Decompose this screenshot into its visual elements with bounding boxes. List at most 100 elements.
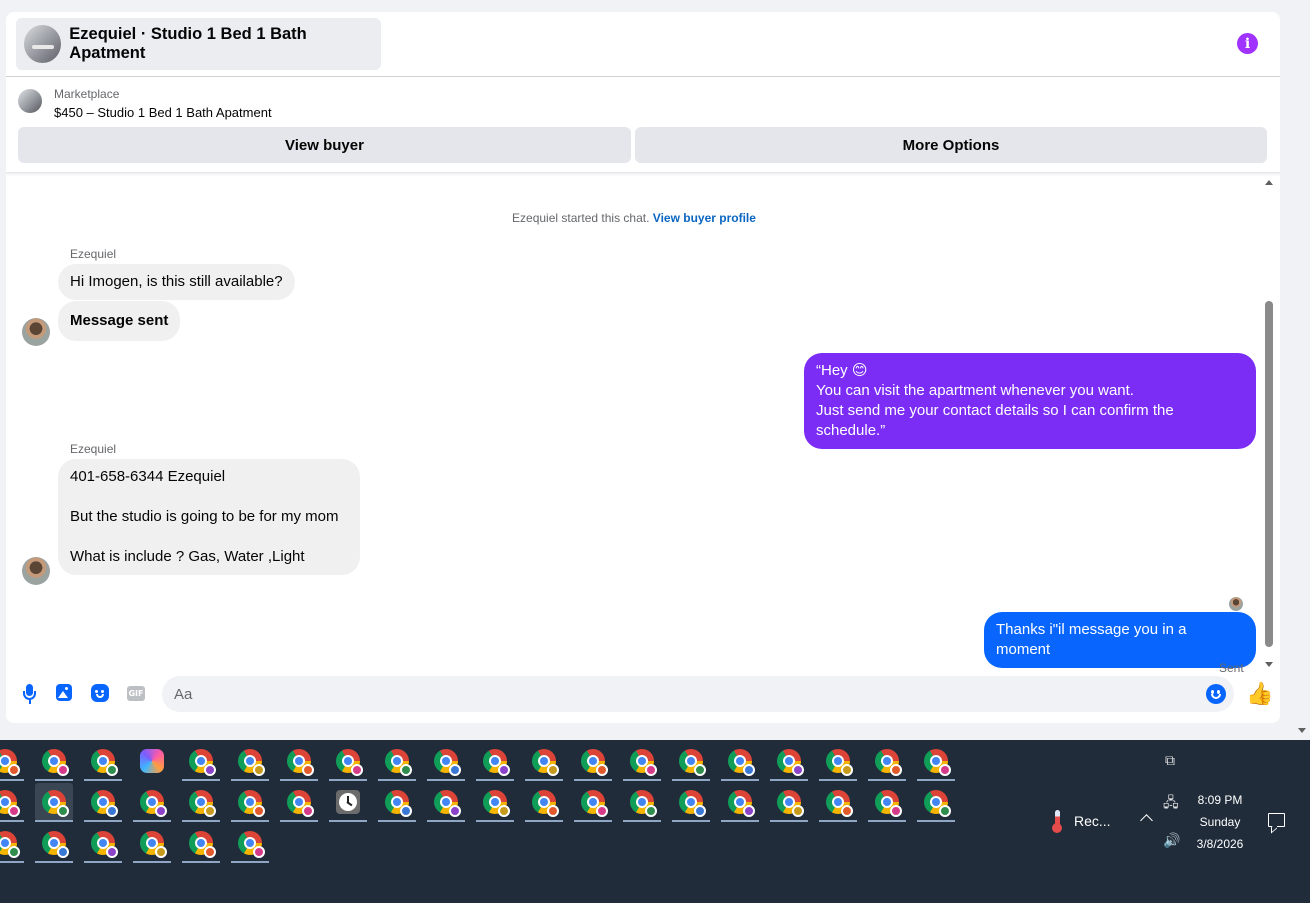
- taskbar-app-chrome[interactable]: [231, 742, 269, 781]
- running-indicator: [721, 779, 759, 781]
- view-buyer-profile-link[interactable]: View buyer profile: [653, 211, 756, 225]
- taskbar-app-chrome[interactable]: [427, 783, 465, 822]
- view-buyer-button[interactable]: View buyer: [18, 127, 631, 163]
- taskbar-app-chrome[interactable]: [378, 742, 416, 781]
- taskbar-app-chrome[interactable]: [0, 742, 24, 781]
- clock-day[interactable]: Sunday: [1190, 815, 1250, 829]
- taskbar-app-chrome[interactable]: [84, 742, 122, 781]
- taskbar-app-chrome[interactable]: [280, 783, 318, 822]
- taskbar-app-chrome[interactable]: [378, 783, 416, 822]
- show-hidden-icons-icon[interactable]: [1140, 814, 1153, 827]
- gif-icon[interactable]: GIF: [127, 686, 145, 701]
- taskbar-app-chrome[interactable]: [427, 742, 465, 781]
- taskbar-app-chrome[interactable]: [525, 783, 563, 822]
- outgoing-message[interactable]: Thanks i"il message you in a moment: [984, 612, 1256, 668]
- taskbar-app-chrome[interactable]: [770, 783, 808, 822]
- taskbar-app-chrome[interactable]: [84, 783, 122, 822]
- clock-time[interactable]: 8:09 PM: [1190, 793, 1250, 807]
- running-indicator: [623, 820, 661, 822]
- chrome-icon: [42, 749, 69, 776]
- taskbar-app-chrome[interactable]: [133, 783, 171, 822]
- clock-date[interactable]: 3/8/2026: [1190, 837, 1250, 851]
- page-scroll-down-icon[interactable]: [1298, 728, 1306, 733]
- message-input[interactable]: [162, 676, 1234, 712]
- chrome-icon: [434, 790, 461, 817]
- buyer-avatar[interactable]: [22, 557, 50, 585]
- sticker-icon[interactable]: [91, 684, 109, 702]
- taskbar-app-chrome[interactable]: [819, 783, 857, 822]
- taskbar-app-chrome[interactable]: [182, 824, 220, 863]
- taskbar-app-chrome[interactable]: [35, 742, 73, 781]
- running-indicator: [819, 820, 857, 822]
- taskbar-app-chrome[interactable]: [0, 824, 24, 863]
- chrome-icon: [42, 790, 69, 817]
- more-options-button[interactable]: More Options: [635, 127, 1267, 163]
- taskbar-app-chrome[interactable]: [819, 742, 857, 781]
- chrome-icon: [140, 790, 167, 817]
- taskbar-app-chrome[interactable]: [0, 783, 24, 822]
- taskbar-app-chrome[interactable]: [917, 783, 955, 822]
- running-indicator: [770, 779, 808, 781]
- running-indicator: [84, 861, 122, 863]
- chrome-icon: [630, 790, 657, 817]
- taskbar-app-chrome[interactable]: [84, 824, 122, 863]
- listing-thumbnail[interactable]: [18, 89, 42, 113]
- running-indicator: [231, 861, 269, 863]
- taskbar-app-chrome[interactable]: [721, 783, 759, 822]
- chrome-icon: [630, 749, 657, 776]
- incoming-message-sent-notice[interactable]: Message sent: [58, 301, 181, 341]
- listing-title[interactable]: $450 – Studio 1 Bed 1 Bath Apatment: [54, 105, 272, 120]
- taskbar-app-chrome[interactable]: [770, 742, 808, 781]
- taskbar-app-chrome[interactable]: [868, 783, 906, 822]
- taskbar-app-chrome[interactable]: [721, 742, 759, 781]
- taskbar-app-chrome[interactable]: [476, 783, 514, 822]
- incoming-message[interactable]: Hi Imogen, is this still available?: [58, 264, 295, 300]
- taskbar-app-chrome[interactable]: [623, 783, 661, 822]
- notifications-icon[interactable]: [1268, 813, 1285, 827]
- volume-icon[interactable]: 🔊: [1163, 832, 1180, 849]
- scroll-thumb[interactable]: [1265, 301, 1273, 647]
- taskbar-app-chrome[interactable]: [182, 742, 220, 781]
- taskbar-app-clock[interactable]: [329, 783, 367, 822]
- meet-now-icon[interactable]: ⧉: [1165, 752, 1175, 769]
- taskbar-app-chrome[interactable]: [574, 742, 612, 781]
- taskbar-app-chrome[interactable]: [280, 742, 318, 781]
- chrome-icon: [924, 749, 951, 776]
- clock-icon: [336, 790, 360, 814]
- taskbar-app-chrome[interactable]: [329, 742, 367, 781]
- taskbar-app-copilot[interactable]: [133, 742, 171, 780]
- incoming-message[interactable]: 401-658-6344 Ezequiel But the studio is …: [58, 459, 360, 575]
- taskbar-app-chrome[interactable]: [623, 742, 661, 781]
- chrome-icon: [189, 749, 216, 776]
- like-icon[interactable]: 👍: [1246, 682, 1273, 706]
- taskbar-app-chrome[interactable]: [476, 742, 514, 781]
- taskbar-app-chrome[interactable]: [525, 742, 563, 781]
- chrome-icon: [826, 790, 853, 817]
- taskbar-app-chrome[interactable]: [133, 824, 171, 863]
- taskbar-app-chrome[interactable]: [917, 742, 955, 781]
- message-scrollbar[interactable]: [1262, 177, 1276, 667]
- taskbar-app-chrome[interactable]: [182, 783, 220, 822]
- info-icon[interactable]: i: [1237, 33, 1258, 54]
- taskbar-app-chrome[interactable]: [672, 742, 710, 781]
- outgoing-line: You can visit the apartment whenever you…: [816, 382, 1134, 399]
- emoji-icon[interactable]: [1206, 684, 1226, 704]
- scroll-up-icon[interactable]: [1265, 180, 1273, 185]
- taskbar-app-recorder[interactable]: Rec...: [1052, 810, 1111, 833]
- running-indicator: [378, 779, 416, 781]
- buyer-avatar[interactable]: [22, 318, 50, 346]
- outgoing-message[interactable]: “Hey 😊 You can visit the apartment whene…: [804, 353, 1256, 449]
- taskbar-app-chrome[interactable]: [231, 783, 269, 822]
- taskbar-app-chrome[interactable]: [35, 824, 73, 863]
- taskbar-app-chrome[interactable]: [574, 783, 612, 822]
- microphone-icon[interactable]: [20, 684, 40, 704]
- network-icon[interactable]: 🖧: [1163, 792, 1179, 816]
- taskbar-app-chrome[interactable]: [672, 783, 710, 822]
- scroll-down-icon[interactable]: [1265, 662, 1273, 667]
- taskbar-app-chrome[interactable]: [868, 742, 906, 781]
- taskbar-app-chrome[interactable]: [231, 824, 269, 863]
- photo-icon[interactable]: [56, 684, 72, 701]
- taskbar-app-chrome[interactable]: [35, 783, 73, 822]
- chrome-icon: [875, 749, 902, 776]
- chat-title-button[interactable]: Ezequiel · Studio 1 Bed 1 Bath Apatment: [16, 18, 381, 70]
